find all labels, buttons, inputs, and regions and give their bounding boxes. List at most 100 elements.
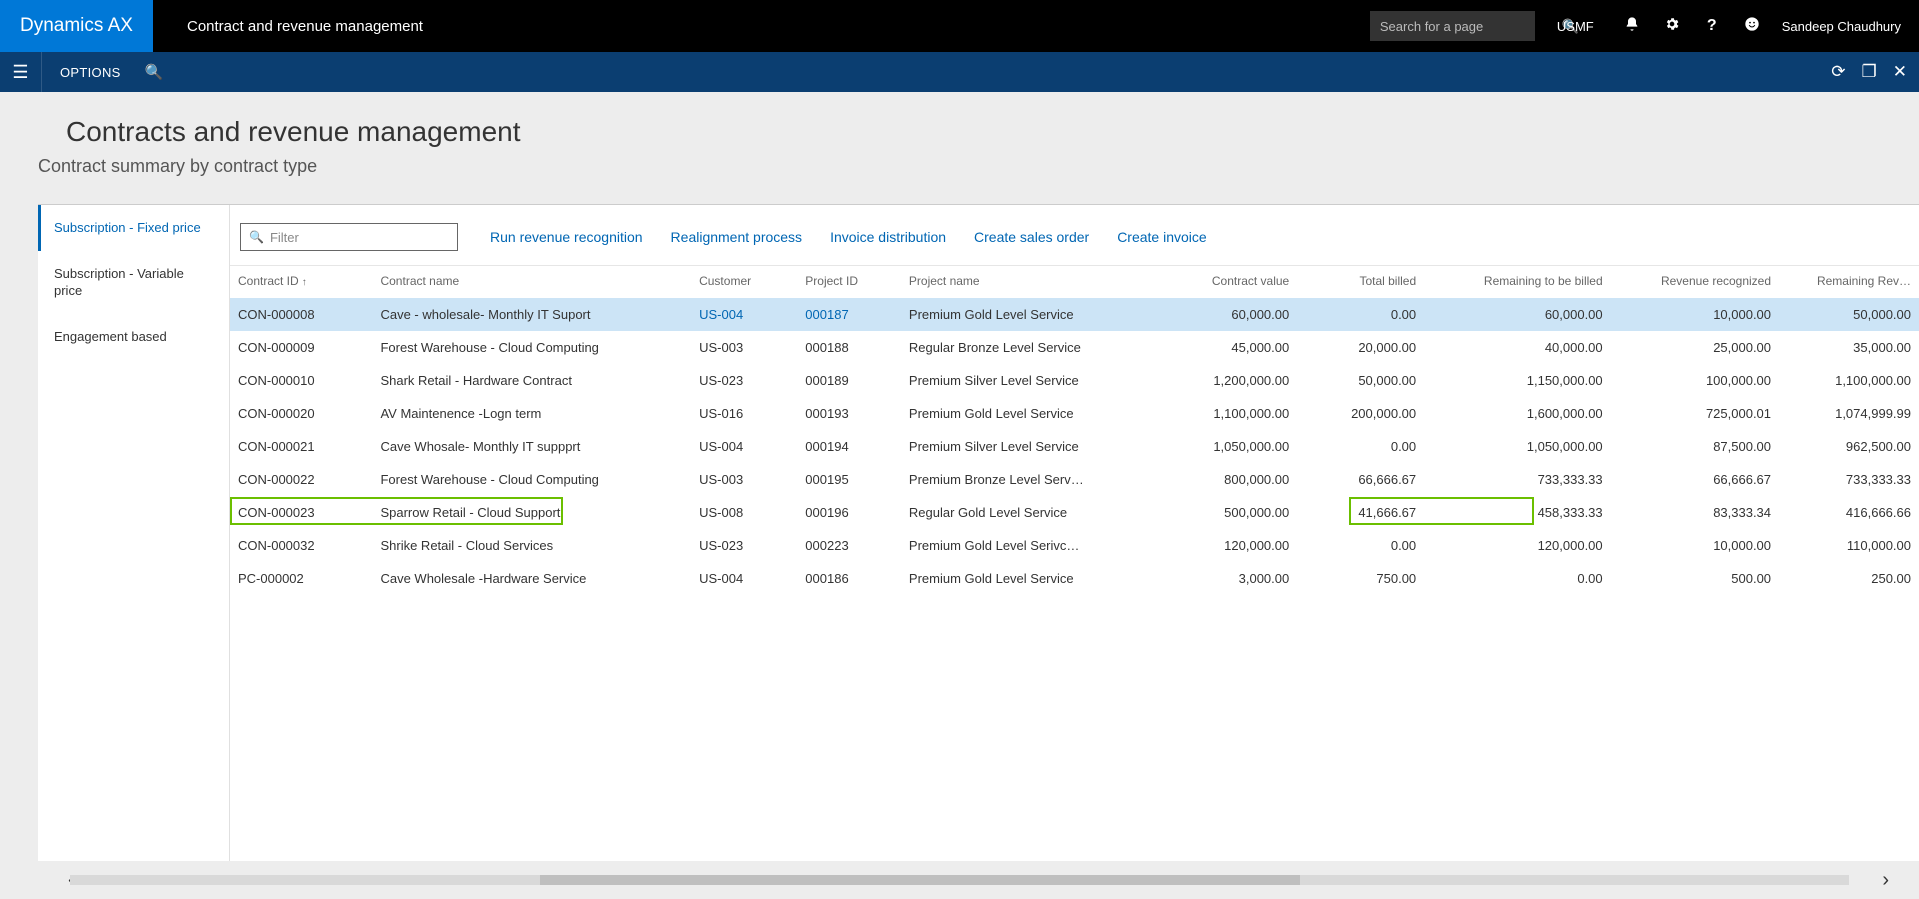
column-header[interactable]: Contract ID↑	[230, 266, 372, 298]
company-code[interactable]: USMF	[1557, 19, 1594, 34]
cell-id: CON-000008	[230, 298, 372, 331]
table-row[interactable]: CON-000021Cave Whosale- Monthly IT suppp…	[230, 430, 1919, 463]
cell-cust: US-003	[691, 463, 797, 496]
sidebar-item-1[interactable]: Subscription - Variable price	[38, 251, 229, 314]
sidebar-item-0[interactable]: Subscription - Fixed price	[38, 205, 229, 251]
cell-remrev: 416,666.66	[1779, 496, 1919, 529]
user-name[interactable]: Sandeep Chaudhury	[1782, 19, 1901, 34]
cell-val: 3,000.00	[1150, 562, 1298, 595]
cell-name: Shark Retail - Hardware Contract	[372, 364, 691, 397]
cell-cust: US-008	[691, 496, 797, 529]
cell-id: CON-000009	[230, 331, 372, 364]
refresh-icon[interactable]: ⟳	[1831, 62, 1845, 82]
popout-icon[interactable]: ❐	[1862, 62, 1877, 82]
table-row[interactable]: CON-000010Shark Retail - Hardware Contra…	[230, 364, 1919, 397]
scroll-right-icon[interactable]: ›	[1882, 869, 1889, 892]
cell-proj: 000188	[797, 331, 901, 364]
column-header[interactable]: Customer	[691, 266, 797, 298]
cell-val: 1,050,000.00	[1150, 430, 1298, 463]
contracts-grid[interactable]: Contract ID↑Contract nameCustomerProject…	[230, 265, 1919, 595]
create-sales-order-button[interactable]: Create sales order	[974, 229, 1089, 245]
cell-val: 1,100,000.00	[1150, 397, 1298, 430]
table-row[interactable]: PC-000002Cave Wholesale -Hardware Servic…	[230, 562, 1919, 595]
filter-box[interactable]: 🔍	[240, 223, 458, 251]
run-revenue-recognition-button[interactable]: Run revenue recognition	[490, 229, 643, 245]
content-card: Subscription - Fixed priceSubscription -…	[38, 204, 1919, 861]
cell-cust: US-003	[691, 331, 797, 364]
cell-rev: 87,500.00	[1611, 430, 1779, 463]
cell-val: 60,000.00	[1150, 298, 1298, 331]
hamburger-icon[interactable]: ☰	[0, 52, 42, 92]
cell-billed: 20,000.00	[1297, 331, 1424, 364]
sort-asc-icon: ↑	[302, 277, 307, 288]
cell-rem: 1,600,000.00	[1424, 397, 1611, 430]
help-icon[interactable]: ?	[1692, 17, 1732, 35]
cell-proj: 000195	[797, 463, 901, 496]
cell-id: CON-000032	[230, 529, 372, 562]
smiley-icon[interactable]	[1732, 16, 1772, 37]
column-header[interactable]: Project name	[901, 266, 1150, 298]
cell-val: 120,000.00	[1150, 529, 1298, 562]
options-menu[interactable]: OPTIONS	[42, 65, 139, 80]
cell-val: 500,000.00	[1150, 496, 1298, 529]
table-row[interactable]: CON-000023Sparrow Retail - Cloud Support…	[230, 496, 1919, 529]
page-subtitle: Contract summary by contract type	[38, 156, 1919, 177]
cell-name: Cave Wholesale -Hardware Service	[372, 562, 691, 595]
column-header[interactable]: Project ID	[797, 266, 901, 298]
filter-input[interactable]	[270, 230, 449, 245]
table-row[interactable]: CON-000022Forest Warehouse - Cloud Compu…	[230, 463, 1919, 496]
table-row[interactable]: CON-000032Shrike Retail - Cloud Services…	[230, 529, 1919, 562]
cell-rem: 1,150,000.00	[1424, 364, 1611, 397]
table-row[interactable]: CON-000009Forest Warehouse - Cloud Compu…	[230, 331, 1919, 364]
cell-remrev: 35,000.00	[1779, 331, 1919, 364]
cell-proj: 000189	[797, 364, 901, 397]
cell-val: 800,000.00	[1150, 463, 1298, 496]
cell-rev: 500.00	[1611, 562, 1779, 595]
action-search-icon[interactable]: 🔍	[145, 63, 164, 81]
scroll-thumb[interactable]	[540, 875, 1300, 885]
table-row[interactable]: CON-000020AV Maintenence -Logn termUS-01…	[230, 397, 1919, 430]
cell-id: CON-000010	[230, 364, 372, 397]
cell-pname: Premium Silver Level Service	[901, 364, 1150, 397]
cell-remrev: 962,500.00	[1779, 430, 1919, 463]
invoice-distribution-button[interactable]: Invoice distribution	[830, 229, 946, 245]
close-icon[interactable]: ✕	[1893, 62, 1907, 82]
cell-name: Forest Warehouse - Cloud Computing	[372, 463, 691, 496]
cell-cust[interactable]: US-004	[691, 298, 797, 331]
cell-val: 1,200,000.00	[1150, 364, 1298, 397]
gear-icon[interactable]	[1652, 16, 1692, 37]
search-input[interactable]	[1380, 19, 1556, 34]
column-header[interactable]: Contract name	[372, 266, 691, 298]
page-area: Contracts and revenue management Contrac…	[0, 92, 1919, 899]
bell-icon[interactable]	[1612, 16, 1652, 37]
column-header[interactable]: Remaining Rev…	[1779, 266, 1919, 298]
table-row[interactable]: CON-000008Cave - wholesale- Monthly IT S…	[230, 298, 1919, 331]
cell-proj: 000193	[797, 397, 901, 430]
cell-pname: Premium Bronze Level Serv…	[901, 463, 1150, 496]
cell-rev: 25,000.00	[1611, 331, 1779, 364]
cell-remrev: 110,000.00	[1779, 529, 1919, 562]
module-title: Contract and revenue management	[187, 18, 423, 35]
brand-tile[interactable]: Dynamics AX	[0, 0, 153, 52]
cell-rev: 100,000.00	[1611, 364, 1779, 397]
column-header[interactable]: Revenue recognized	[1611, 266, 1779, 298]
cell-pname: Regular Gold Level Service	[901, 496, 1150, 529]
cell-rev: 10,000.00	[1611, 298, 1779, 331]
column-header[interactable]: Contract value	[1150, 266, 1298, 298]
cell-proj: 000194	[797, 430, 901, 463]
cell-billed: 41,666.67	[1297, 496, 1424, 529]
cell-rem: 458,333.33	[1424, 496, 1611, 529]
cell-remrev: 1,074,999.99	[1779, 397, 1919, 430]
cell-proj[interactable]: 000187	[797, 298, 901, 331]
cell-billed: 50,000.00	[1297, 364, 1424, 397]
column-header[interactable]: Total billed	[1297, 266, 1424, 298]
cell-name: Cave Whosale- Monthly IT suppprt	[372, 430, 691, 463]
realignment-process-button[interactable]: Realignment process	[671, 229, 803, 245]
column-header[interactable]: Remaining to be billed	[1424, 266, 1611, 298]
cell-name: Sparrow Retail - Cloud Support	[372, 496, 691, 529]
global-search[interactable]: 🔍	[1370, 11, 1535, 41]
cell-remrev: 250.00	[1779, 562, 1919, 595]
sidebar-item-2[interactable]: Engagement based	[38, 314, 229, 360]
create-invoice-button[interactable]: Create invoice	[1117, 229, 1207, 245]
cell-pname: Premium Silver Level Service	[901, 430, 1150, 463]
